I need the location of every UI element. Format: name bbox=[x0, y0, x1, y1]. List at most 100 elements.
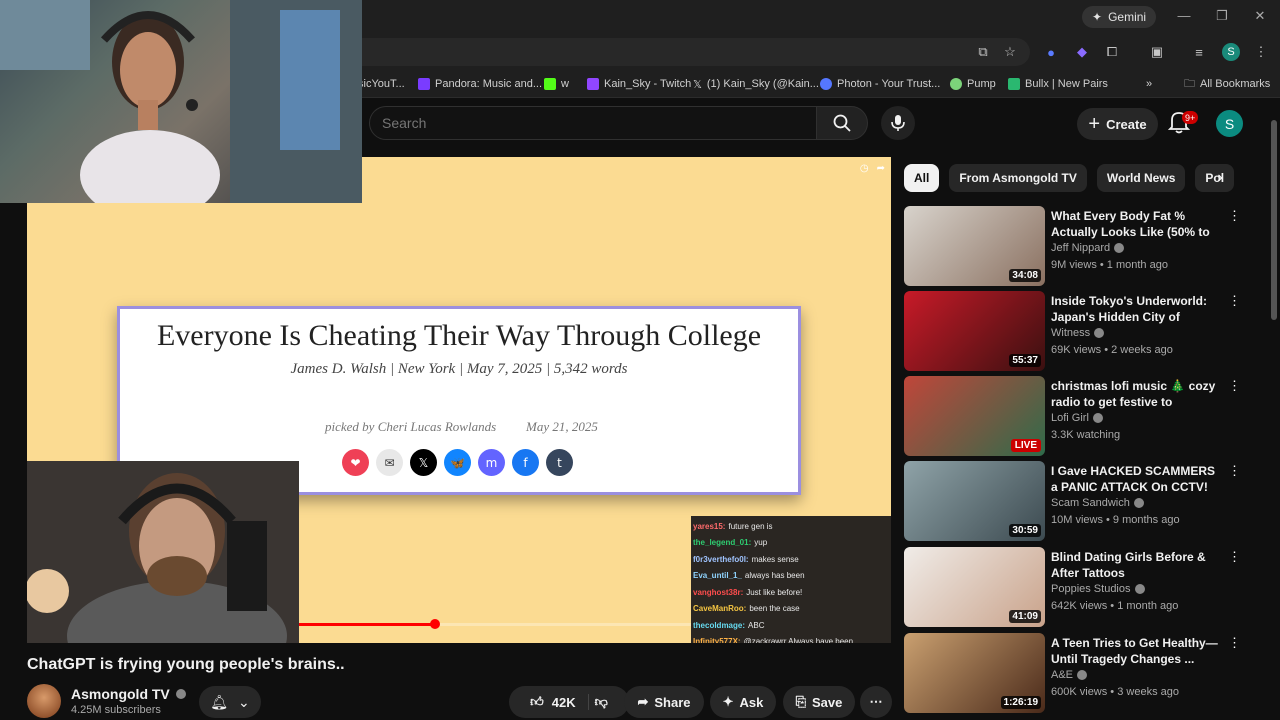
more-vertical-icon[interactable]: ⋮ bbox=[1228, 549, 1241, 565]
like-button[interactable]: 👍︎ 42K bbox=[530, 694, 589, 710]
close-window-button[interactable]: ✕ bbox=[1250, 8, 1270, 24]
bookmark-item[interactable]: w bbox=[544, 76, 569, 92]
browser-menu-icon[interactable]: ⋮ bbox=[1252, 43, 1270, 61]
create-button[interactable]: + Create bbox=[1077, 108, 1158, 140]
extension-icon[interactable]: ◆ bbox=[1073, 43, 1091, 61]
recommended-video[interactable]: 1:26:19 A Teen Tries to Get Healthy— Unti… bbox=[904, 633, 1244, 713]
subscription-bell-button[interactable]: 🔔︎ ⌄ bbox=[199, 686, 261, 718]
more-vertical-icon[interactable]: ⋮ bbox=[1228, 378, 1241, 394]
recommended-channel[interactable]: Lofi Girl bbox=[1051, 412, 1103, 424]
chat-username: Infinity577X: bbox=[693, 637, 741, 643]
channel-name[interactable]: Asmongold TV bbox=[71, 686, 186, 702]
more-vertical-icon[interactable]: ⋮ bbox=[1228, 293, 1241, 309]
account-avatar[interactable]: S bbox=[1216, 110, 1243, 137]
recommended-channel[interactable]: Jeff Nippard bbox=[1051, 242, 1125, 254]
duration-badge: 34:08 bbox=[1009, 269, 1041, 282]
chevron-right-icon[interactable]: › bbox=[1208, 166, 1232, 190]
maximize-button[interactable]: ❐ bbox=[1212, 8, 1232, 24]
tab-search-icon[interactable]: ▣ bbox=[1148, 43, 1166, 61]
browser-profile-avatar[interactable]: S bbox=[1222, 43, 1240, 61]
bookmarks-overflow-button[interactable]: » bbox=[1146, 76, 1152, 92]
recommended-video[interactable]: 55:37 Inside Tokyo's Underworld: Japan's … bbox=[904, 291, 1244, 371]
video-thumbnail[interactable]: 1:26:19 bbox=[904, 633, 1045, 713]
watch-later-icon[interactable]: ◷ bbox=[860, 163, 869, 174]
duration-badge: 55:37 bbox=[1009, 354, 1041, 367]
gemini-button[interactable]: ✦ Gemini bbox=[1082, 6, 1157, 28]
search-button[interactable] bbox=[816, 106, 868, 140]
scrollbar-thumb[interactable] bbox=[1271, 120, 1277, 320]
bookmark-item[interactable]: Pump bbox=[950, 76, 996, 92]
recommended-video[interactable]: LIVE christmas lofi music 🎄 cozy radio to… bbox=[904, 376, 1244, 456]
plus-icon: + bbox=[1088, 112, 1101, 135]
recommended-channel[interactable]: Scam Sandwich bbox=[1051, 497, 1144, 509]
search-input[interactable] bbox=[382, 115, 782, 131]
dislike-button[interactable]: 👎︎ bbox=[595, 694, 608, 710]
recommended-video-meta: 642K views • 1 month ago bbox=[1051, 600, 1179, 612]
x-icon[interactable]: 𝕏 bbox=[410, 449, 437, 476]
filter-chip[interactable]: From Asmongold TV bbox=[949, 164, 1087, 192]
video-thumbnail[interactable]: LIVE bbox=[904, 376, 1045, 456]
chat-username: Eva_until_1_ bbox=[693, 571, 742, 581]
filter-chip[interactable]: All bbox=[904, 164, 940, 192]
all-bookmarks-folder[interactable]: 🗀 All Bookmarks bbox=[1184, 76, 1270, 92]
video-thumbnail[interactable]: 55:37 bbox=[904, 291, 1045, 371]
bluesky-icon[interactable]: 🦋 bbox=[444, 449, 471, 476]
share-button[interactable]: ➦ Share bbox=[624, 686, 704, 718]
more-vertical-icon[interactable]: ⋮ bbox=[1228, 635, 1241, 651]
recommended-video[interactable]: 30:59 I Gave HACKED SCAMMERS a PANIC ATTA… bbox=[904, 461, 1244, 541]
recommended-video[interactable]: 34:08 What Every Body Fat % Actually Look… bbox=[904, 206, 1244, 286]
more-actions-button[interactable]: ⋯ bbox=[860, 686, 892, 718]
channel-avatar[interactable] bbox=[27, 684, 61, 718]
more-vertical-icon[interactable]: ⋮ bbox=[1228, 463, 1241, 479]
mastodon-icon[interactable]: m bbox=[478, 449, 505, 476]
tumblr-icon[interactable]: t bbox=[546, 449, 573, 476]
webcam-person-image bbox=[27, 461, 299, 643]
recommended-video-title[interactable]: Inside Tokyo's Underworld: Japan's Hidde… bbox=[1051, 293, 1223, 327]
bookmark-item[interactable]: 𝕏 (1) Kain_Sky (@Kain... bbox=[693, 76, 819, 92]
email-icon[interactable]: ✉ bbox=[376, 449, 403, 476]
share-arrow-icon[interactable]: ➦ bbox=[877, 163, 885, 174]
recommended-video-title[interactable]: Blind Dating Girls Before & After Tattoo… bbox=[1051, 549, 1223, 581]
minimize-button[interactable]: — bbox=[1174, 8, 1194, 23]
extensions-puzzle-icon[interactable]: ⧠ bbox=[1103, 43, 1121, 61]
facebook-icon[interactable]: f bbox=[512, 449, 539, 476]
verified-icon bbox=[1134, 584, 1145, 594]
recommended-channel[interactable]: Witness bbox=[1051, 327, 1105, 339]
extension-icon[interactable]: ● bbox=[1042, 43, 1060, 61]
chat-message: Infinity577X: @zackrawrr Always have been bbox=[693, 634, 889, 643]
media-control-icon[interactable]: ≡ bbox=[1190, 43, 1208, 61]
recommended-video-title[interactable]: christmas lofi music 🎄 cozy radio to get… bbox=[1051, 378, 1223, 410]
bookmark-item[interactable]: Bullx | New Pairs bbox=[1008, 76, 1108, 92]
recommended-video-title[interactable]: What Every Body Fat % Actually Looks Lik… bbox=[1051, 208, 1223, 242]
filter-chip[interactable]: World News bbox=[1096, 164, 1186, 192]
recommended-video[interactable]: 41:09 Blind Dating Girls Before & After T… bbox=[904, 547, 1244, 627]
recommended-channel[interactable]: Poppies Studios bbox=[1051, 583, 1145, 595]
pocket-icon[interactable]: ❤ bbox=[342, 449, 369, 476]
bookmark-star-icon[interactable]: ☆ bbox=[1001, 43, 1019, 61]
share-icon: ➦ bbox=[637, 694, 649, 709]
video-thumbnail[interactable]: 30:59 bbox=[904, 461, 1045, 541]
cast-icon[interactable]: ⧉ bbox=[974, 43, 992, 61]
video-thumbnail[interactable]: 34:08 bbox=[904, 206, 1045, 286]
ask-button[interactable]: ✦ Ask bbox=[710, 686, 776, 718]
more-vertical-icon[interactable]: ⋮ bbox=[1228, 208, 1241, 224]
bookmark-item[interactable]: Photon - Your Trust... bbox=[820, 76, 940, 92]
bookmark-item[interactable]: sicYouT... bbox=[358, 76, 405, 92]
recommended-video-title[interactable]: A Teen Tries to Get Healthy— Until Trage… bbox=[1051, 635, 1223, 667]
video-thumbnail[interactable]: 41:09 bbox=[904, 547, 1045, 627]
bookmark-item[interactable]: Pandora: Music and... bbox=[418, 76, 542, 92]
save-button[interactable]: ⎘ Save bbox=[783, 686, 855, 718]
verified-icon bbox=[175, 689, 186, 699]
gemini-label: Gemini bbox=[1108, 10, 1147, 24]
chat-username: vanghost38r: bbox=[693, 587, 744, 597]
page-scrollbar[interactable] bbox=[1270, 100, 1278, 720]
bookmark-item[interactable]: Kain_Sky - Twitch bbox=[587, 76, 691, 92]
chat-text: Just like before! bbox=[746, 587, 803, 597]
recommended-channel[interactable]: A&E bbox=[1051, 669, 1088, 681]
bell-icon: 🔔︎ bbox=[210, 693, 229, 710]
address-bar[interactable] bbox=[300, 38, 1030, 66]
recommended-video-title[interactable]: I Gave HACKED SCAMMERS a PANIC ATTACK On… bbox=[1051, 463, 1223, 495]
progress-bar[interactable] bbox=[297, 619, 691, 629]
scrubber-handle[interactable] bbox=[429, 619, 440, 629]
voice-search-button[interactable] bbox=[881, 106, 915, 140]
